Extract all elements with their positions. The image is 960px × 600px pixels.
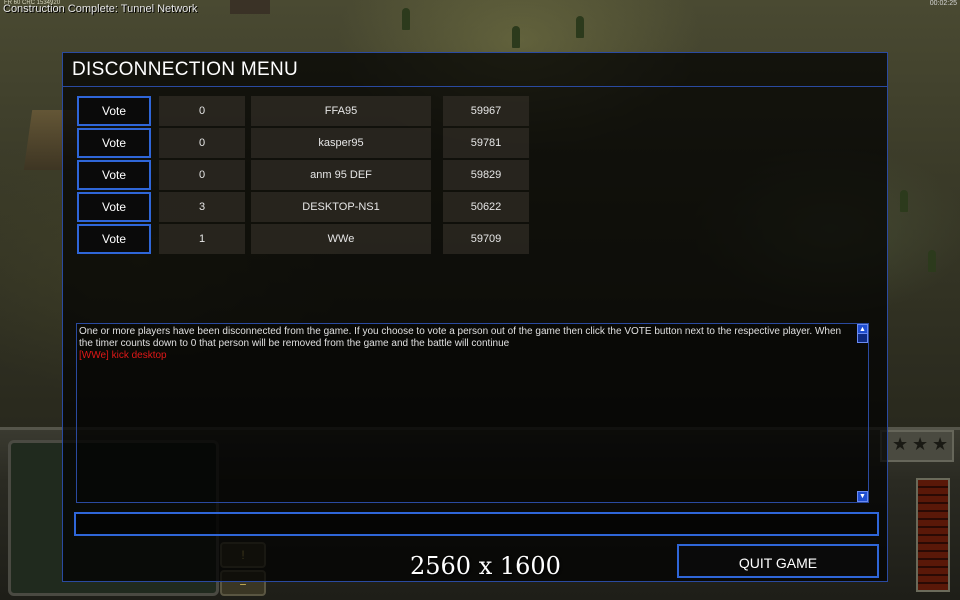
player-name: anm 95 DEF	[251, 160, 431, 190]
player-name: kasper95	[251, 128, 431, 158]
chat-log[interactable]: One or more players have been disconnect…	[76, 323, 869, 503]
vote-button[interactable]: Vote	[77, 96, 151, 126]
tree	[928, 250, 936, 272]
chat-input[interactable]	[74, 512, 879, 536]
player-name: WWe	[251, 224, 431, 254]
player-port: 59781	[443, 128, 529, 158]
star-icon: ★	[892, 434, 909, 454]
vote-count: 0	[159, 96, 245, 126]
tree	[900, 190, 908, 212]
chat-text: One or more players have been disconnect…	[79, 326, 852, 362]
vote-count: 0	[159, 128, 245, 158]
info-line: the timer counts down to 0 that person w…	[79, 338, 510, 349]
vote-button[interactable]: Vote	[77, 224, 151, 254]
title-divider	[63, 86, 887, 87]
player-row: Vote 1 WWe 59709	[77, 224, 543, 254]
vote-count: 1	[159, 224, 245, 254]
game-clock: 00:02:25	[929, 0, 957, 7]
power-meter	[916, 478, 950, 592]
vote-count: 0	[159, 160, 245, 190]
vote-button[interactable]: Vote	[77, 128, 151, 158]
player-row: Vote 0 anm 95 DEF 59829	[77, 160, 543, 190]
scroll-thumb[interactable]	[857, 333, 868, 343]
disconnection-dialog: DISCONNECTION MENU Vote 0 FFA95 59967 Vo…	[62, 52, 888, 582]
player-name: DESKTOP-NS1	[251, 192, 431, 222]
rank-badge: ★ ★ ★	[880, 430, 954, 462]
scroll-down-icon[interactable]: ▼	[857, 491, 868, 502]
star-icon: ★	[932, 434, 949, 454]
status-message: Construction Complete: Tunnel Network	[3, 3, 198, 15]
player-row: Vote 0 kasper95 59781	[77, 128, 543, 158]
quit-game-button[interactable]: QUIT GAME	[677, 544, 879, 578]
player-name: FFA95	[251, 96, 431, 126]
player-port: 59967	[443, 96, 529, 126]
rail-structure	[230, 0, 270, 14]
player-port: 59709	[443, 224, 529, 254]
resolution-overlay: 2560 x 1600	[410, 552, 561, 580]
chat-message: [WWe] kick desktop	[79, 350, 167, 361]
player-port: 50622	[443, 192, 529, 222]
player-row: Vote 3 DESKTOP-NS1 50622	[77, 192, 543, 222]
dialog-title: DISCONNECTION MENU	[72, 59, 299, 80]
tree	[512, 26, 520, 48]
vote-button[interactable]: Vote	[77, 160, 151, 190]
player-row: Vote 0 FFA95 59967	[77, 96, 543, 126]
vote-count: 3	[159, 192, 245, 222]
vote-button[interactable]: Vote	[77, 192, 151, 222]
tree	[576, 16, 584, 38]
star-icon: ★	[912, 434, 929, 454]
chat-scrollbar[interactable]: ▲ ▼	[856, 324, 868, 502]
info-line: One or more players have been disconnect…	[79, 326, 842, 337]
tree	[402, 8, 410, 30]
player-port: 59829	[443, 160, 529, 190]
